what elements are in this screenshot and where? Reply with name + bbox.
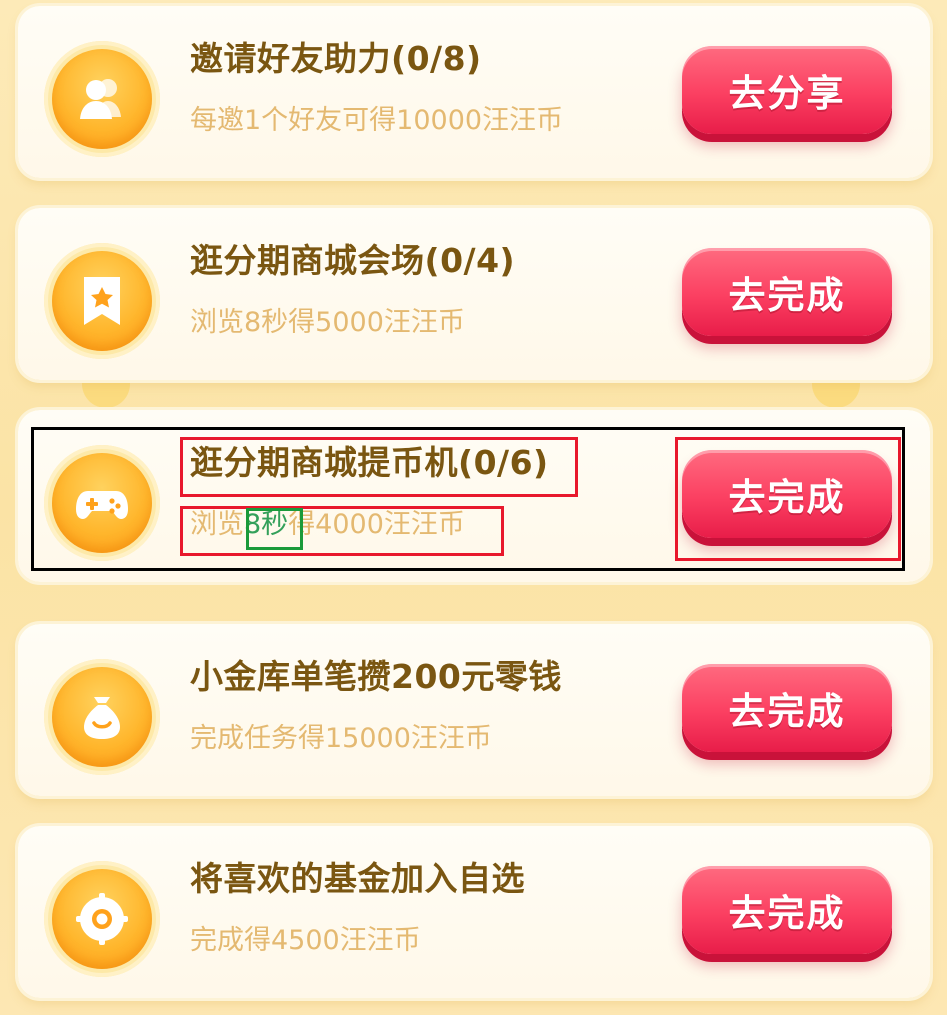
complete-button[interactable]: 去完成 <box>682 450 892 538</box>
task-reward: 完成得4500汪汪币 <box>190 925 421 956</box>
task-icon-frame <box>44 243 160 359</box>
bookmark-star-icon <box>84 277 120 325</box>
gamepad-icon <box>76 491 128 519</box>
task-card-coin-machine: 逛分期商城提币机(0/6) 浏览8秒得4000汪汪币 去完成 <box>18 410 930 582</box>
task-reward: 每邀1个好友可得10000汪汪币 <box>190 105 564 136</box>
task-title: 逛分期商城会场(0/4) <box>190 241 516 280</box>
task-icon-frame <box>44 861 160 977</box>
task-title: 逛分期商城提币机(0/6) <box>190 443 549 482</box>
complete-button[interactable]: 去完成 <box>682 866 892 954</box>
complete-button[interactable]: 去完成 <box>682 248 892 336</box>
task-card-savings: 小金库单笔攒200元零钱 完成任务得15000汪汪币 去完成 <box>18 624 930 796</box>
task-card-fund: 将喜欢的基金加入自选 完成得4500汪汪币 去完成 <box>18 826 930 998</box>
friends-icon <box>80 79 121 119</box>
task-reward: 浏览8秒得4000汪汪币 <box>190 509 465 540</box>
task-reward: 完成任务得15000汪汪币 <box>190 723 492 754</box>
task-icon-frame <box>44 445 160 561</box>
complete-button[interactable]: 去完成 <box>682 664 892 752</box>
target-icon <box>76 893 128 945</box>
task-icon-frame <box>44 659 160 775</box>
task-card-mall-venue: 逛分期商城会场(0/4) 浏览8秒得5000汪汪币 去完成 <box>18 208 930 380</box>
share-button[interactable]: 去分享 <box>682 46 892 134</box>
task-title: 将喜欢的基金加入自选 <box>190 859 525 898</box>
task-card-invite-friends: 邀请好友助力(0/8) 每邀1个好友可得10000汪汪币 去分享 <box>18 6 930 178</box>
task-title: 邀请好友助力(0/8) <box>190 39 482 78</box>
task-title: 小金库单笔攒200元零钱 <box>190 657 562 696</box>
highlighted-duration: 8秒 <box>244 509 289 540</box>
task-reward: 浏览8秒得5000汪汪币 <box>190 307 465 338</box>
task-icon-frame <box>44 41 160 157</box>
money-bag-icon <box>84 697 120 739</box>
